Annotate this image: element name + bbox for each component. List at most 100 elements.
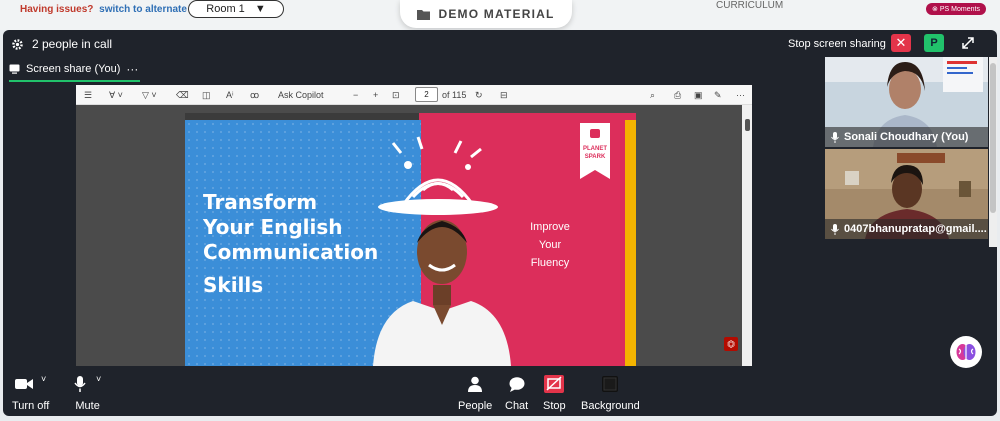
- more-options-icon[interactable]: ···: [126, 62, 138, 76]
- stop-sharing-label: Stop screen sharing: [788, 38, 886, 50]
- pdf-viewer: ☰ ∀ ˅ ▽ ˅ ⌫ ◫ Aⁱ ꝏ Ask Copilot − + ⊡ 2 o…: [76, 85, 752, 366]
- pdf-icon: ⏣: [724, 337, 738, 351]
- top-strip: Having issues? switch to alternate room …: [0, 0, 1000, 30]
- slide-side-line-3: Fluency: [530, 257, 570, 269]
- demo-material-button[interactable]: DEMO MATERIAL: [400, 0, 572, 28]
- zoom-in-button[interactable]: +: [373, 88, 378, 102]
- microphone-icon: [831, 223, 839, 235]
- pdf-scrollbar-thumb[interactable]: [745, 119, 750, 131]
- people-icon: [468, 376, 483, 392]
- chevron-down-icon[interactable]: ˅: [96, 374, 101, 384]
- background-button[interactable]: Background: [581, 374, 640, 412]
- contents-icon[interactable]: ☰: [84, 88, 92, 102]
- people-label: People: [458, 400, 493, 412]
- participant-name-1: Sonali Choudhary (You): [825, 127, 988, 147]
- stop-label: Stop: [543, 400, 566, 412]
- room-select-value: Room 1: [206, 3, 245, 15]
- planet-spark-logo: PLANET SPARK: [580, 123, 610, 179]
- screen-share-label: Screen share (You): [26, 63, 121, 75]
- gear-icon[interactable]: [11, 38, 24, 51]
- stop-sharing-button[interactable]: ✕: [891, 34, 911, 52]
- slide-side-text: Improve Your Fluency: [515, 218, 585, 272]
- brand-line-2: SPARK: [585, 154, 606, 160]
- room-select[interactable]: Room 1 ▼: [188, 0, 284, 18]
- background-label: Background: [581, 400, 640, 412]
- camera-icon: [15, 379, 34, 389]
- ps-moments-badge[interactable]: ⊗ PS Moments: [926, 3, 986, 15]
- highlight-icon[interactable]: ▽ ˅: [142, 88, 157, 102]
- chevron-down-icon[interactable]: ˅: [41, 374, 46, 384]
- camera-toggle-button[interactable]: ˅ Turn off: [12, 374, 49, 412]
- two-page-icon[interactable]: ⊟: [500, 88, 508, 102]
- ask-copilot-button[interactable]: Ask Copilot: [278, 88, 324, 102]
- more-icon[interactable]: ···: [736, 88, 745, 102]
- call-window: 2 people in call Stop screen sharing ✕ P…: [3, 30, 997, 416]
- chat-icon: [509, 376, 525, 392]
- participant-name-text-2: 0407bhanupratap@gmail....: [844, 223, 987, 235]
- screen-share-tab[interactable]: Screen share (You) ···: [9, 60, 141, 82]
- draw-icon[interactable]: ∀ ˅: [109, 88, 123, 102]
- issues-text: Having issues?: [20, 4, 94, 15]
- user-avatar[interactable]: P: [924, 34, 944, 52]
- pdf-toolbar: ☰ ∀ ˅ ▽ ˅ ⌫ ◫ Aⁱ ꝏ Ask Copilot − + ⊡ 2 o…: [76, 85, 752, 105]
- participant-name-2: 0407bhanupratap@gmail....: [825, 219, 988, 239]
- microphone-icon: [831, 131, 839, 143]
- search-icon[interactable]: ⌕: [650, 88, 655, 102]
- camera-label: Turn off: [12, 400, 50, 412]
- page-number-input[interactable]: 2: [415, 87, 438, 102]
- participants-scrollbar-thumb[interactable]: [990, 63, 996, 213]
- screen-share-icon: [9, 64, 20, 74]
- pdf-page-area[interactable]: Transform Your English Communication Ski…: [76, 105, 752, 366]
- rotate-icon[interactable]: ↻: [475, 88, 483, 102]
- ps-moments-label: PS Moments: [939, 5, 980, 13]
- read-aloud-icon[interactable]: Aⁱ: [226, 88, 234, 102]
- participant-name-text-1: Sonali Choudhary (You): [844, 131, 969, 143]
- people-count-text: 2 people in call: [32, 37, 113, 51]
- print-icon[interactable]: ⎙: [674, 88, 681, 102]
- participant-tile-1[interactable]: Sonali Choudhary (You): [825, 57, 988, 147]
- microphone-icon: [74, 376, 86, 392]
- mic-label: Mute: [75, 400, 100, 412]
- fullscreen-button[interactable]: [958, 34, 978, 52]
- close-icon: ✕: [895, 35, 907, 50]
- slide-title-line-1: Transform: [203, 190, 318, 214]
- slide-side-line-2: Your: [538, 239, 562, 251]
- stop-share-button[interactable]: Stop: [543, 374, 566, 412]
- moments-icon: ⊗: [932, 6, 938, 13]
- chat-label: Chat: [505, 400, 529, 412]
- fit-page-icon[interactable]: ⊡: [392, 88, 400, 102]
- issues-notice: Having issues? switch to alternate room: [20, 4, 215, 15]
- fullscreen-icon: [962, 37, 974, 49]
- page-view-icon[interactable]: ◫: [202, 88, 211, 102]
- curriculum-tab[interactable]: CURRICULUM: [716, 0, 783, 11]
- slide-page: Transform Your English Communication Ski…: [185, 113, 636, 366]
- slide-side-line-1: Improve: [530, 221, 570, 233]
- mic-toggle-button[interactable]: ˅ Mute: [74, 374, 101, 412]
- zoom-out-button[interactable]: −: [353, 88, 358, 102]
- people-button[interactable]: People: [458, 374, 492, 412]
- brain-icon: [956, 344, 976, 360]
- slide-subtitle: Skills: [203, 273, 264, 297]
- chat-button[interactable]: Chat: [505, 374, 528, 412]
- call-header: 2 people in call Stop screen sharing ✕ P: [3, 30, 997, 58]
- immersive-reader-icon[interactable]: ꝏ: [250, 88, 259, 102]
- people-count: 2 people in call: [11, 37, 112, 51]
- pdf-scrollbar[interactable]: [742, 105, 752, 366]
- ai-assistant-button[interactable]: [950, 336, 982, 368]
- presenter-photo: [373, 136, 511, 366]
- demo-material-label: DEMO MATERIAL: [438, 7, 555, 21]
- folder-icon: [417, 9, 431, 20]
- slide-title-line-3: Communication: [203, 240, 379, 264]
- brand-line-1: PLANET: [583, 146, 607, 152]
- page-total: of 115: [442, 90, 467, 100]
- eraser-icon[interactable]: ⌫: [176, 88, 189, 102]
- caret-down-icon: ▼: [254, 3, 266, 15]
- background-icon: [602, 376, 619, 392]
- slide-top-band-pink: [419, 113, 636, 120]
- slide-title-line-2: Your English: [203, 215, 343, 239]
- save-icon[interactable]: ▣: [694, 88, 703, 102]
- slide-yellow-stripe: [625, 120, 636, 366]
- participants-scrollbar[interactable]: [989, 57, 997, 247]
- save-as-icon[interactable]: ✎: [714, 88, 722, 102]
- participant-tile-2[interactable]: 0407bhanupratap@gmail....: [825, 149, 988, 239]
